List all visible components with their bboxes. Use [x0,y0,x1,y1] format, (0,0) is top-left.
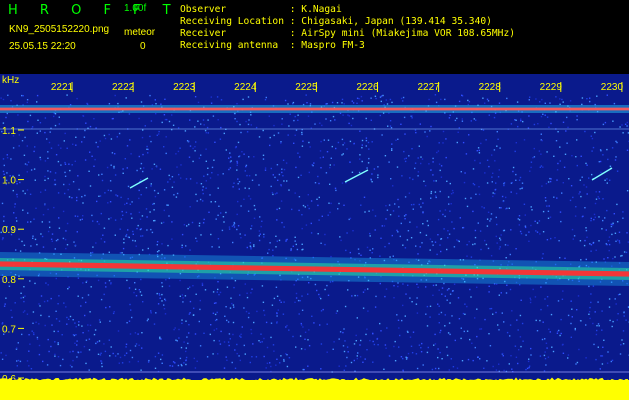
freq-tick-label: 0.7 [2,324,16,335]
time-tick-label: 2227 [417,82,440,93]
time-tick-label: 2224 [234,82,257,93]
time-tick-label: 2228 [479,82,502,93]
antenna-line: Receiving antenna : Maspro FM-3 [180,40,365,51]
freq-tick-label: 0.9 [2,225,16,236]
date-time: 25.05.15 22:20 [9,41,76,52]
time-tick-label: 2225 [295,82,318,93]
meteor-label: meteor [124,27,156,38]
time-tick-label: 2221 [51,82,74,93]
time-tick-label: 2230 [601,82,624,93]
time-tick-label: 2223 [173,82,196,93]
freq-tick-label: 1.0 [2,176,16,187]
spectrogram-background [0,74,629,400]
time-tick-label: 2226 [356,82,379,93]
freq-unit-label: kHz [2,75,19,86]
observer-line: Observer : K.Nagai [180,4,342,15]
meteor-count: 0 [140,41,146,52]
upper-faint-line [0,128,629,130]
freq-tick-label: 0.8 [2,275,16,286]
freq-tick-label: 1.1 [2,126,16,137]
app-version: 1.00f [124,3,147,14]
baseline-bar [0,380,629,400]
spectrogram: 2221 2222 2223 2224 2225 2226 2227 2228 2229 2230… [0,74,629,400]
receiver-line: Receiver : AirSpy mini (Miakejima VOR 10… [180,28,516,39]
header-panel: H R O F F T 1.00f KN9_2505152220.png met… [0,0,629,74]
location-line: Receiving Location : Chigasaki, Japan (1… [180,16,492,27]
app-title: H R O F F T [8,3,180,18]
time-tick-label: 2229 [540,82,563,93]
upper-carrier-line [0,107,629,111]
file-name: KN9_2505152220.png [9,24,110,35]
time-tick-label: 2222 [112,82,135,93]
